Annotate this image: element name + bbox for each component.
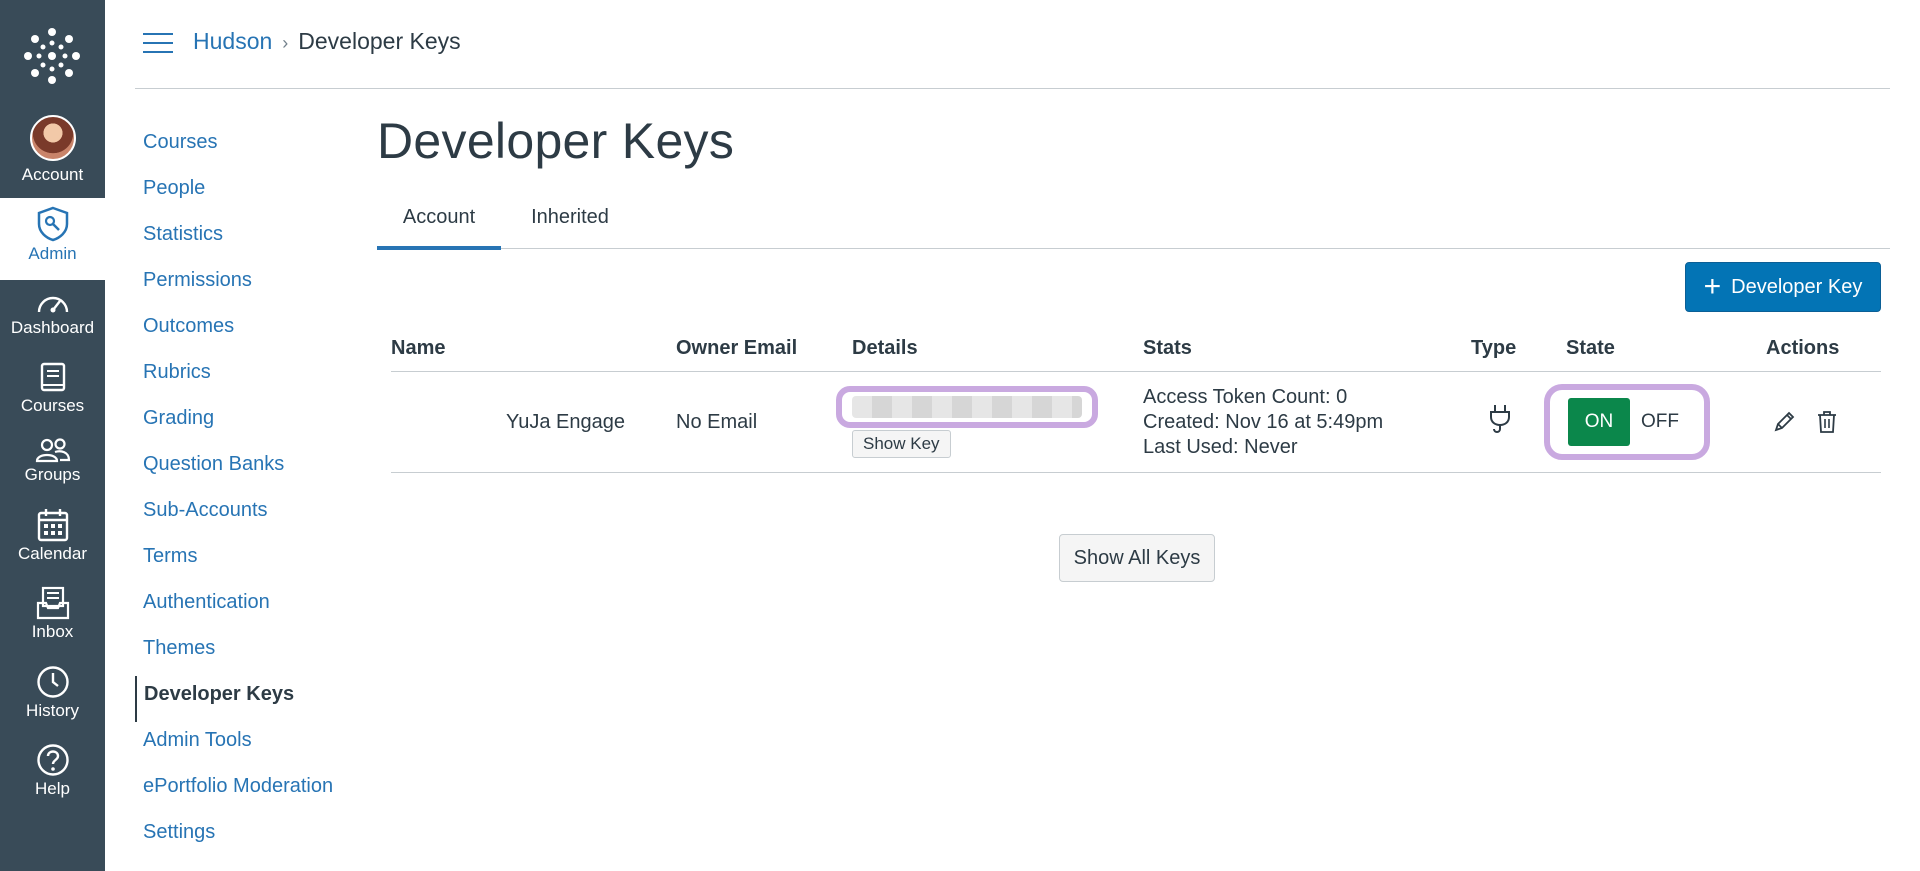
nav-dashboard-label: Dashboard bbox=[10, 318, 95, 337]
column-header-owner-email: Owner Email bbox=[676, 325, 852, 372]
details-cell: Show Key bbox=[836, 371, 1143, 473]
subnav-courses[interactable]: Courses bbox=[135, 124, 333, 170]
actions-cell bbox=[1766, 371, 1881, 473]
column-header-stats: Stats bbox=[1143, 325, 1471, 372]
nav-admin[interactable]: Admin bbox=[0, 198, 105, 280]
subnav-rubrics[interactable]: Rubrics bbox=[135, 354, 333, 400]
canvas-logo-icon[interactable] bbox=[22, 26, 82, 86]
help-icon bbox=[36, 744, 69, 776]
subnav-people[interactable]: People bbox=[135, 170, 333, 216]
subnav-outcomes[interactable]: Outcomes bbox=[135, 308, 333, 354]
table-header-row: Name Owner Email Details Stats Type Stat… bbox=[391, 325, 1881, 372]
state-cell: ON OFF bbox=[1544, 371, 1766, 473]
developer-keys-table: Name Owner Email Details Stats Type Stat… bbox=[391, 325, 1881, 473]
delete-trash-icon[interactable] bbox=[1816, 410, 1838, 434]
plus-icon: + bbox=[1703, 270, 1722, 303]
subnav-authentication[interactable]: Authentication bbox=[135, 584, 333, 630]
column-header-type: Type bbox=[1471, 325, 1566, 372]
edit-pencil-icon[interactable] bbox=[1772, 410, 1796, 434]
tab-bar: Account Inherited bbox=[377, 198, 1890, 250]
breadcrumb-current: Developer Keys bbox=[298, 28, 461, 54]
stat-token-count: Access Token Count: 0 bbox=[1143, 385, 1348, 408]
breadcrumb-root-link[interactable]: Hudson bbox=[193, 28, 272, 54]
owner-email: No Email bbox=[676, 371, 852, 473]
nav-inbox[interactable]: Inbox bbox=[0, 586, 105, 642]
tab-inherited[interactable]: Inherited bbox=[515, 198, 625, 246]
key-name: YuJa Engage bbox=[506, 410, 625, 433]
stat-created: Created: Nov 16 at 5:49pm bbox=[1143, 410, 1384, 433]
stats-cell: Access Token Count: 0 Created: Nov 16 at… bbox=[1143, 371, 1471, 473]
nav-history-label: History bbox=[26, 701, 79, 720]
subnav-question-banks[interactable]: Question Banks bbox=[135, 446, 333, 492]
tab-account[interactable]: Account bbox=[377, 198, 501, 250]
shield-icon bbox=[37, 206, 68, 242]
add-developer-key-label: Developer Key bbox=[1731, 275, 1863, 298]
account-subnav: Courses People Statistics Permissions Ou… bbox=[135, 124, 333, 860]
subnav-permissions[interactable]: Permissions bbox=[135, 262, 333, 308]
state-toggle: ON OFF bbox=[1544, 384, 1710, 460]
nav-history[interactable]: History bbox=[0, 665, 105, 721]
nav-courses[interactable]: Courses bbox=[0, 362, 105, 416]
avatar bbox=[29, 115, 76, 161]
subnav-eportfolio-moderation[interactable]: ePortfolio Moderation bbox=[135, 768, 333, 814]
global-nav: Account Admin Dashboard Courses Groups C… bbox=[0, 0, 105, 871]
stat-last-used: Last Used: Never bbox=[1143, 435, 1298, 458]
nav-inbox-label: Inbox bbox=[31, 622, 74, 641]
nav-calendar-label: Calendar bbox=[18, 544, 87, 563]
inbox-icon bbox=[36, 586, 69, 620]
calendar-icon bbox=[37, 509, 68, 542]
column-header-state: State bbox=[1566, 325, 1766, 372]
column-header-actions: Actions bbox=[1766, 325, 1881, 372]
subnav-admin-tools[interactable]: Admin Tools bbox=[135, 722, 333, 768]
column-header-name: Name bbox=[391, 325, 676, 372]
header-divider bbox=[135, 88, 1890, 89]
nav-admin-label: Admin bbox=[28, 244, 77, 263]
subnav-sub-accounts[interactable]: Sub-Accounts bbox=[135, 492, 333, 538]
key-name-cell: YuJa Engage bbox=[391, 371, 676, 473]
show-all-keys-button[interactable]: Show All Keys bbox=[1059, 534, 1215, 582]
subnav-settings[interactable]: Settings bbox=[135, 814, 333, 860]
nav-dashboard[interactable]: Dashboard bbox=[0, 290, 105, 338]
menu-toggle-icon[interactable] bbox=[143, 33, 173, 55]
subnav-terms[interactable]: Terms bbox=[135, 538, 333, 584]
nav-groups-label: Groups bbox=[24, 465, 81, 484]
nav-help[interactable]: Help bbox=[0, 743, 105, 799]
nav-groups[interactable]: Groups bbox=[0, 437, 105, 485]
page-title: Developer Keys bbox=[377, 113, 735, 169]
breadcrumb: Hudson › Developer Keys bbox=[193, 28, 461, 55]
nav-account-label: Account bbox=[21, 165, 84, 184]
nav-help-label: Help bbox=[35, 779, 70, 798]
subnav-developer-keys[interactable]: Developer Keys bbox=[135, 676, 333, 722]
dashboard-icon bbox=[37, 296, 68, 313]
book-icon bbox=[40, 362, 65, 392]
subnav-grading[interactable]: Grading bbox=[135, 400, 333, 446]
state-on-button[interactable]: ON bbox=[1568, 398, 1630, 446]
subnav-statistics[interactable]: Statistics bbox=[135, 216, 333, 262]
state-off-button[interactable]: OFF bbox=[1630, 398, 1690, 446]
clock-icon bbox=[36, 666, 69, 698]
nav-account[interactable]: Account bbox=[0, 115, 105, 185]
nav-courses-label: Courses bbox=[20, 396, 85, 415]
plug-icon bbox=[1490, 405, 1510, 433]
subnav-themes[interactable]: Themes bbox=[135, 630, 333, 676]
key-value-redacted bbox=[836, 386, 1098, 428]
nav-calendar[interactable]: Calendar bbox=[0, 508, 105, 564]
table-row: YuJa Engage No Email Show Key Access Tok… bbox=[391, 371, 1881, 473]
breadcrumb-separator-icon: › bbox=[282, 33, 289, 53]
column-header-details: Details bbox=[852, 325, 1143, 372]
show-key-button[interactable]: Show Key bbox=[852, 430, 951, 458]
add-developer-key-button[interactable]: + Developer Key bbox=[1685, 262, 1881, 312]
groups-icon bbox=[35, 438, 70, 463]
